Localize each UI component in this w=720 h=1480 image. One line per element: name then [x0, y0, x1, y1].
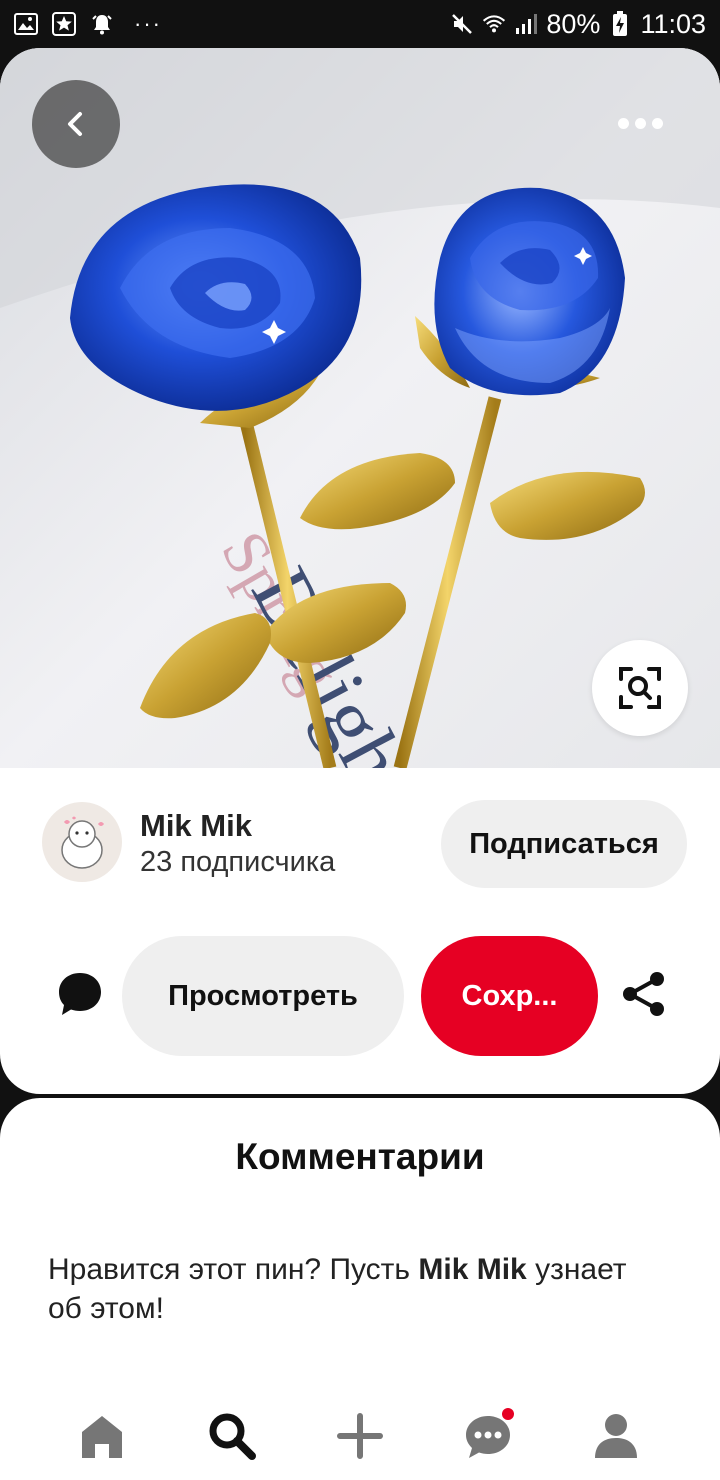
share-icon [623, 972, 664, 1016]
prompt-creator-name[interactable]: Mik Mik [418, 1253, 526, 1286]
comments-title: Комментарии [235, 1136, 485, 1177]
nav-search[interactable] [202, 1406, 262, 1466]
bottom-navigation [0, 1396, 720, 1480]
pin-card: Spring Delight Mik Mik 23 подписчика Под… [0, 48, 720, 1094]
chevron-left-icon [68, 112, 82, 136]
home-icon [82, 1416, 122, 1458]
clock: 11:03 [640, 8, 706, 39]
signal-icon [514, 12, 538, 36]
more-dot-icon [651, 117, 663, 129]
search-icon [209, 1413, 256, 1460]
battery-percent: 80% [546, 8, 601, 39]
comment-bubble-icon [59, 973, 101, 1015]
share-button[interactable] [614, 964, 674, 1024]
visual-search-button[interactable] [592, 640, 688, 736]
comment-button[interactable] [50, 964, 110, 1024]
save-button[interactable]: Сохр... [421, 936, 598, 1056]
comments-prompt: Нравится этот пин? Пусть Mik Mik узнает … [48, 1250, 648, 1328]
profile-icon [595, 1414, 637, 1458]
follower-count: 23 подписчика [140, 846, 336, 878]
plus-icon [337, 1413, 383, 1459]
more-options-button[interactable] [600, 98, 680, 148]
notification-dot [502, 1408, 514, 1420]
status-bar: ··· 80% 11:03 [0, 0, 720, 48]
nav-home[interactable] [72, 1406, 132, 1466]
more-dot-icon [634, 117, 646, 129]
visual-search-icon [619, 667, 661, 709]
nav-messages[interactable] [458, 1406, 518, 1466]
prompt-text: Нравится этот пин? Пусть [48, 1253, 419, 1286]
view-button[interactable]: Просмотреть [122, 936, 404, 1056]
alarm-notification-icon [90, 12, 114, 36]
creator-row: Mik Mik 23 подписчика Подписаться [0, 800, 720, 888]
wifi-icon [482, 12, 506, 36]
more-notifications-icon: ··· [134, 11, 162, 36]
back-button[interactable] [32, 80, 120, 168]
more-dot-icon [617, 117, 629, 129]
nav-create[interactable] [330, 1406, 390, 1466]
creator-name[interactable]: Mik Mik [140, 808, 252, 844]
follow-button[interactable]: Подписаться [441, 800, 687, 888]
star-notification-icon [52, 12, 76, 36]
battery-charging-icon [608, 11, 632, 36]
gallery-notification-icon [14, 12, 38, 36]
nav-profile[interactable] [586, 1406, 646, 1466]
action-row: Просмотреть Сохр... [0, 936, 720, 1056]
mute-icon [450, 12, 474, 36]
avatar[interactable] [42, 802, 122, 882]
